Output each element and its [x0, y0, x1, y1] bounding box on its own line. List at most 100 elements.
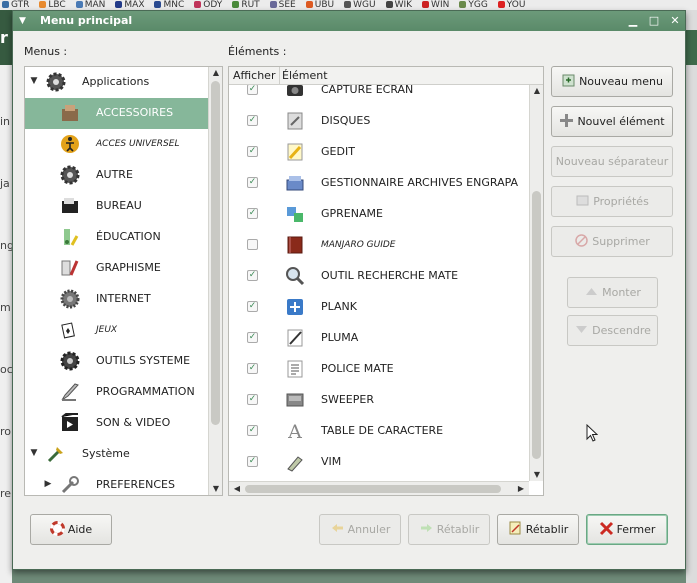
show-checkbox[interactable]: ✓	[247, 146, 258, 157]
bookmark-lbc[interactable]: LBC	[37, 0, 66, 10]
close-window-button[interactable]: ✕	[667, 13, 683, 29]
tree-item[interactable]: BUREAU	[25, 191, 209, 222]
bookmark-man[interactable]: MAN	[74, 0, 105, 10]
show-checkbox[interactable]: ✓	[247, 332, 258, 343]
delete-label: Supprimer	[592, 235, 650, 248]
properties-button[interactable]: Propriétés	[551, 186, 673, 217]
new-item-button[interactable]: Nouvel élément	[551, 106, 673, 137]
move-up-button[interactable]: Monter	[567, 277, 658, 308]
tree-item[interactable]: GRAPHISME	[25, 253, 209, 284]
elements-list[interactable]: ✓ CAPTURE ECRAN ✓ DISQUES ✓ GEDIT ✓ GESTIONNAIR…	[228, 66, 544, 496]
tree-item[interactable]: INTERNET	[25, 284, 209, 315]
bookmark-ubu[interactable]: UBU	[304, 0, 334, 10]
redo-button[interactable]: Rétablir	[408, 514, 490, 545]
tree-item[interactable]: ▼ Système	[25, 439, 209, 470]
tree-item[interactable]: SON & VIDEO	[25, 408, 209, 439]
show-checkbox[interactable]: ✓	[247, 363, 258, 374]
system-tools-icon	[59, 350, 83, 372]
bookmark-gtr[interactable]: GTR	[0, 0, 29, 10]
bookmark-wgu[interactable]: WGU	[342, 0, 376, 10]
delete-button[interactable]: Supprimer	[551, 226, 673, 257]
list-item[interactable]: ✓ OUTIL RECHERCHE MATE	[229, 261, 529, 292]
maximize-button[interactable]: □	[646, 13, 662, 29]
bookmark-mnc[interactable]: MNC	[152, 0, 184, 10]
tree-item[interactable]: ▼ Applications	[25, 67, 209, 98]
scroll-down-icon[interactable]: ▼	[209, 483, 222, 495]
show-checkbox[interactable]: ✓	[247, 84, 258, 95]
show-checkbox[interactable]	[247, 239, 258, 250]
show-checkbox[interactable]: ✓	[247, 177, 258, 188]
bookmark-wik[interactable]: WIK	[384, 0, 412, 10]
list-item[interactable]: ✓ POLICE MATE	[229, 354, 529, 385]
bookmark-max[interactable]: MAX	[113, 0, 144, 10]
revert-button[interactable]: Rétablir	[497, 514, 579, 545]
programming-icon	[59, 381, 83, 403]
bookmark-label: MNC	[163, 0, 185, 10]
bookmark-ygg[interactable]: YGG	[457, 0, 488, 10]
list-hscroll-thumb[interactable]	[245, 485, 501, 493]
revert-label: Rétablir	[525, 523, 569, 536]
tree-item[interactable]: ACCES UNIVERSEL	[25, 129, 209, 160]
bookmark-favicon-icon	[269, 1, 277, 8]
list-item[interactable]: ✓ A TABLE DE CARACTERE	[229, 416, 529, 447]
tree-scroll-thumb[interactable]	[211, 81, 220, 425]
show-checkbox[interactable]: ✓	[247, 425, 258, 436]
show-checkbox[interactable]: ✓	[247, 456, 258, 467]
list-item[interactable]: ✓ VIM	[229, 447, 529, 478]
list-item[interactable]: ✓ PLANK	[229, 292, 529, 323]
list-item[interactable]: ✓ PLUMA	[229, 323, 529, 354]
list-item[interactable]: ✓ GPRENAME	[229, 199, 529, 230]
column-element[interactable]: Élément	[282, 69, 328, 82]
tree-item[interactable]: ÉDUCATION	[25, 222, 209, 253]
expander-open-icon[interactable]: ▼	[29, 76, 39, 86]
scroll-up-icon[interactable]: ▲	[530, 85, 543, 97]
new-menu-button[interactable]: Nouveau menu	[551, 66, 673, 97]
list-hscrollbar[interactable]: ◀ ▶	[229, 481, 529, 495]
bookmark-you[interactable]: YOU	[496, 0, 525, 10]
bookmark-see[interactable]: SEE	[268, 0, 296, 10]
sweeper-icon	[284, 389, 306, 411]
tree-item[interactable]: JEUX	[25, 315, 209, 346]
list-scrollbar[interactable]: ▲ ▼	[529, 85, 543, 481]
title-bar[interactable]: ▼ Menu principal ▁ □ ✕	[13, 11, 685, 31]
list-item[interactable]: MANJARO GUIDE	[229, 230, 529, 261]
minimize-button[interactable]: ▁	[625, 13, 641, 29]
tree-item[interactable]: OUTILS SYSTEME	[25, 346, 209, 377]
column-show[interactable]: Afficher	[233, 69, 275, 82]
show-checkbox[interactable]: ✓	[247, 394, 258, 405]
list-item[interactable]: ✓ GESTIONNAIRE ARCHIVES ENGRAPA	[229, 168, 529, 199]
show-checkbox[interactable]: ✓	[247, 115, 258, 126]
list-scroll-thumb[interactable]	[532, 191, 541, 459]
help-button[interactable]: Aide	[30, 514, 112, 545]
bookmark-rut[interactable]: RUT	[230, 0, 260, 10]
undo-label: Annuler	[347, 523, 391, 536]
show-checkbox[interactable]: ✓	[247, 208, 258, 219]
list-item[interactable]: ✓ GEDIT	[229, 137, 529, 168]
bookmark-win[interactable]: WIN	[420, 0, 449, 10]
tree-item-label: ACCES UNIVERSEL	[96, 139, 180, 149]
show-checkbox[interactable]: ✓	[247, 270, 258, 281]
close-button[interactable]: Fermer	[586, 514, 668, 545]
tree-item[interactable]: ACCESSOIRES	[25, 98, 209, 129]
window-menu-icon[interactable]: ▼	[19, 11, 26, 31]
move-down-button[interactable]: Descendre	[567, 315, 658, 346]
tree-item[interactable]: AUTRE	[25, 160, 209, 191]
bookmark-favicon-icon	[459, 1, 467, 8]
list-item[interactable]: ✓ SWEEPER	[229, 385, 529, 416]
expander-closed-icon[interactable]: ▶	[43, 479, 53, 489]
scroll-right-icon[interactable]: ▶	[515, 482, 527, 495]
show-checkbox[interactable]: ✓	[247, 301, 258, 312]
expander-open-icon[interactable]: ▼	[29, 448, 39, 458]
scroll-left-icon[interactable]: ◀	[231, 482, 243, 495]
bookmark-ody[interactable]: ODY	[192, 0, 222, 10]
tree-item[interactable]: ▶ PREFERENCES	[25, 470, 209, 495]
undo-button[interactable]: Annuler	[319, 514, 401, 545]
scroll-down-icon[interactable]: ▼	[530, 469, 543, 481]
new-separator-button[interactable]: Nouveau séparateur	[551, 146, 673, 177]
tree-scrollbar[interactable]: ▲ ▼	[208, 67, 222, 495]
tree-item[interactable]: PROGRAMMATION	[25, 377, 209, 408]
list-item[interactable]: ✓ DISQUES	[229, 106, 529, 137]
elements-label: Éléments :	[228, 45, 287, 58]
menu-tree[interactable]: ▶ PREFERENCES ▼ Système SON & VIDEO PROGRAMMA…	[24, 66, 223, 496]
scroll-up-icon[interactable]: ▲	[209, 67, 222, 79]
